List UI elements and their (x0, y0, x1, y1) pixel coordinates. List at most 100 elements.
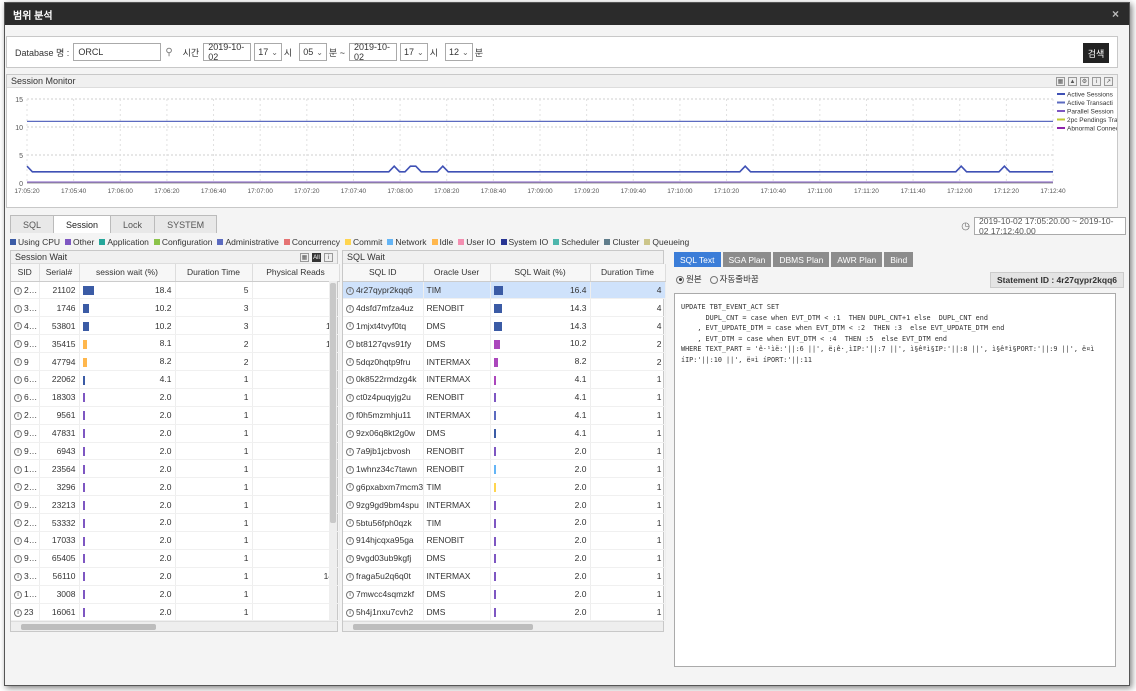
table-row[interactable]: i9…6943 2.01( (11, 442, 340, 461)
sql-wait-hscroll[interactable] (343, 621, 663, 631)
start-hour-select[interactable]: 17 ⌄ (254, 43, 282, 61)
info-icon[interactable]: i (346, 394, 354, 403)
info-icon[interactable]: i (14, 465, 22, 474)
column-header[interactable]: Duration Time (175, 264, 253, 282)
settings-icon[interactable]: ⚙ (1080, 77, 1089, 86)
info-icon[interactable]: i (14, 340, 22, 349)
legend-item[interactable]: Other (65, 237, 94, 247)
database-input[interactable]: ORCL (73, 43, 162, 61)
table-row[interactable]: i1…3008 2.01( (11, 585, 340, 604)
session-wait-hscroll[interactable] (11, 621, 337, 631)
legend-item[interactable]: Concurrency (283, 237, 340, 247)
info-icon[interactable]: i (346, 572, 354, 581)
table-row[interactable]: i2…21102 18.45( (11, 281, 340, 300)
search-button[interactable]: 검색 (1083, 43, 1109, 63)
tab-session[interactable]: Session (53, 215, 112, 233)
info-icon[interactable]: i (346, 286, 354, 295)
radio-autowrap[interactable]: 자동줄바꿈 (709, 273, 759, 285)
tab-lock[interactable]: Lock (110, 215, 156, 233)
column-header[interactable]: Duration Time (590, 264, 666, 282)
table-row[interactable]: i fraga5u2q6q0t INTERMAX 2.0 1 (343, 567, 666, 586)
info-icon[interactable]: i (346, 411, 354, 420)
legend-label[interactable]: Parallel Session (1067, 109, 1114, 116)
info-icon[interactable]: i (14, 376, 22, 385)
time-range-input[interactable]: 2019-10-02 17:05:20.00 ~ 2019-10-02 17:1… (974, 216, 1126, 236)
info-icon[interactable]: i (14, 519, 22, 528)
info-icon[interactable]: i (346, 358, 354, 367)
info-icon[interactable]: i (346, 376, 354, 385)
table-row[interactable]: i3…56110 2.0114! (11, 567, 340, 586)
legend-item[interactable]: Idle (431, 237, 453, 247)
column-header[interactable]: SID (11, 264, 40, 282)
table-row[interactable]: i 1whnz34c7tawn RENOBIT 2.0 1 (343, 459, 666, 479)
info-icon[interactable]: i (14, 286, 22, 295)
info-icon[interactable]: i (14, 322, 22, 331)
info-icon[interactable]: i (14, 572, 22, 581)
info-icon[interactable]: i (14, 394, 22, 403)
info-icon[interactable]: i (14, 537, 22, 546)
info-icon[interactable]: i (346, 465, 354, 474)
info-icon[interactable]: i (346, 501, 354, 510)
table-row[interactable]: i 7mwcc4sqmzkf DMS 2.0 1 (343, 585, 666, 604)
info-icon[interactable]: i (14, 555, 22, 564)
legend-label[interactable]: Active Sessions (1067, 92, 1114, 99)
tab-sql[interactable]: SQL (10, 215, 55, 233)
table-row[interactable]: i 5btu56fph0qzk TIM 2.0 1 (343, 513, 666, 532)
legend-item[interactable]: System IO (500, 237, 548, 247)
column-header[interactable]: Oracle User (423, 264, 491, 282)
info-icon[interactable]: i (346, 519, 354, 528)
legend-item[interactable]: Administrative (217, 237, 279, 247)
info-icon[interactable]: i (346, 483, 354, 492)
start-date-input[interactable]: 2019-10-02 (203, 42, 252, 62)
table-row[interactable]: i bt8127qvs91fy DMS 10.2 2 (343, 334, 666, 354)
table-row[interactable]: i 3… 1746 10.2 3 (11, 298, 340, 318)
tab-dbms-plan[interactable]: DBMS Plan (773, 252, 830, 267)
column-header[interactable]: session wait (%) (79, 264, 176, 282)
end-date-input[interactable]: 2019-10-02 (348, 42, 397, 62)
table-row[interactable]: i 9zg9gd9bm4spu INTERMAX 2.0 1 (343, 495, 666, 515)
info-icon[interactable]: i (14, 590, 22, 599)
table-row[interactable]: i 914hjcqxa95ga RENOBIT 2.0 1 (343, 531, 666, 550)
legend-label[interactable]: 2pc Pendings Tra (1067, 117, 1117, 124)
info-icon[interactable]: i (346, 555, 354, 564)
info-icon[interactable]: i (14, 429, 22, 438)
legend-item[interactable]: Configuration (153, 237, 212, 247)
table-row[interactable]: i 0k8522rmdzg4k INTERMAX 4.1 1 (343, 370, 666, 389)
column-header[interactable]: Physical Reads (252, 264, 340, 282)
table-row[interactable]: i 2… 9561 2.0 1 (11, 406, 340, 425)
table-row[interactable]: i 9zx06q8kt2g0w DMS 4.1 1 (343, 424, 666, 443)
tab-system[interactable]: SYSTEM (154, 215, 218, 233)
session-wait-vscroll[interactable] (329, 281, 337, 621)
info-icon[interactable]: i (346, 429, 354, 438)
export-icon[interactable]: ▦ (1056, 77, 1065, 86)
table-row[interactable]: i ct0z4puqyjg2u RENOBIT 4.1 1 (343, 388, 666, 407)
table-row[interactable]: i f0h5mzmhju11 INTERMAX 4.1 1 (343, 406, 666, 425)
table-row[interactable]: i6…18303 2.01( (11, 388, 340, 407)
table-row[interactable]: i 4r27qypr2kqq6 TIM 16.4 4 (343, 281, 666, 300)
expand-icon[interactable]: ↗ (1104, 77, 1113, 86)
info-icon[interactable]: i (14, 447, 22, 456)
table-row[interactable]: i 9vgd03ub9kgfj DMS 2.0 1 (343, 549, 666, 568)
legend-item[interactable]: Application (99, 237, 149, 247)
table-row[interactable]: i9…65405 2.01( (11, 549, 340, 568)
info-icon[interactable]: i (324, 253, 333, 262)
search-icon[interactable]: ⚲ (165, 47, 172, 58)
legend-label[interactable]: Abnormal Connec (1067, 126, 1117, 133)
tab-awr-plan[interactable]: AWR Plan (831, 252, 883, 267)
table-row[interactable]: i 1mjxt4tvyf0tq DMS 14.3 4 (343, 316, 666, 336)
table-row[interactable]: i9…47831 2.01( (11, 424, 340, 443)
end-minute-select[interactable]: 12 ⌄ (444, 43, 473, 61)
info-icon[interactable]: i (1092, 77, 1101, 86)
tab-sql-text[interactable]: SQL Text (674, 252, 721, 267)
table-row[interactable]: i9…35415 8.1218 (11, 334, 340, 354)
table-row[interactable]: i9…23213 2.01( (11, 495, 340, 515)
table-row[interactable]: i947794 8.22( (11, 352, 340, 371)
info-icon[interactable]: i (346, 590, 354, 599)
tab-bind[interactable]: Bind (884, 252, 914, 267)
start-minute-select[interactable]: 05 ⌄ (299, 43, 327, 61)
table-row[interactable]: i4…17033 2.01( (11, 531, 340, 550)
info-icon[interactable]: i (346, 304, 354, 313)
info-icon[interactable]: i (14, 358, 22, 367)
table-row[interactable]: i g6pxabxm7mcm3 TIM 2.0 1 (343, 477, 666, 497)
info-icon[interactable]: i (14, 304, 22, 313)
